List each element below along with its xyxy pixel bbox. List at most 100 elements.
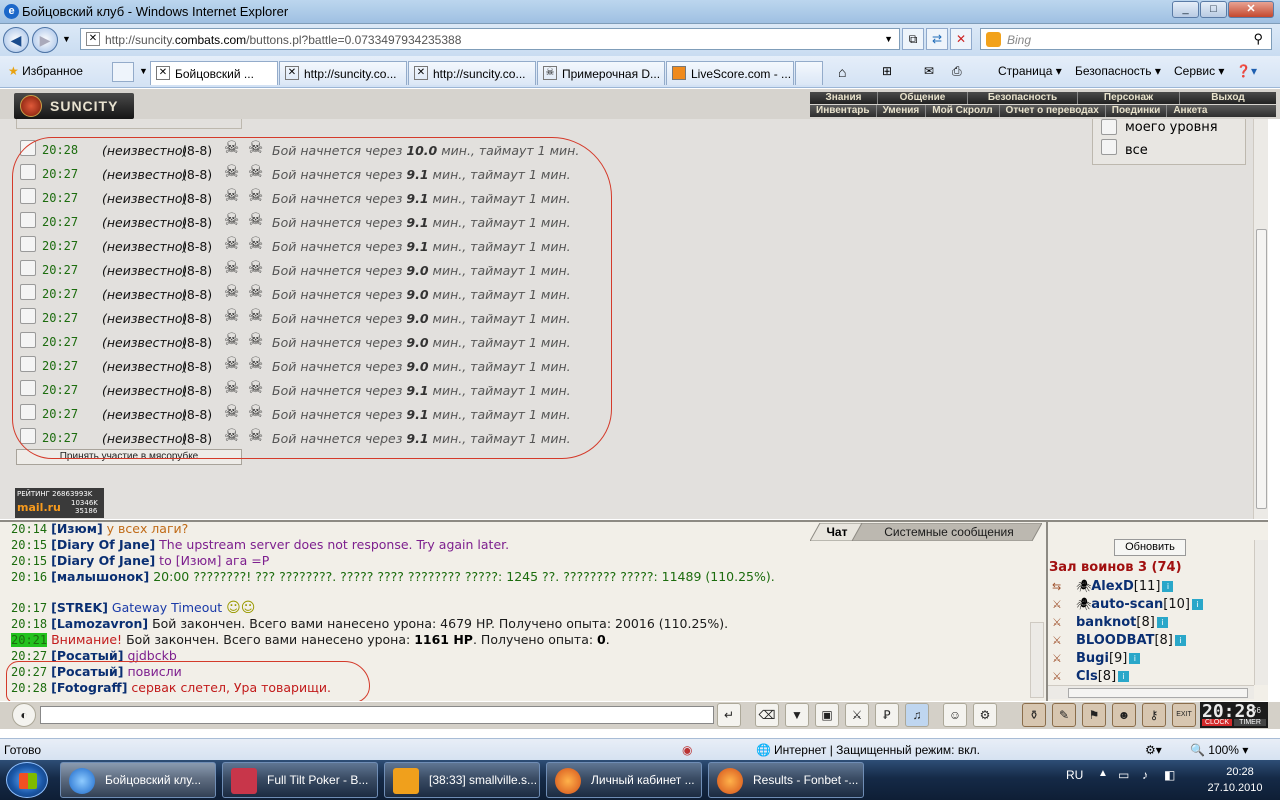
user-row[interactable]: ⚔ Bugi[9] i: [1052, 651, 1141, 669]
compatibility-icon[interactable]: ⧉: [902, 28, 924, 50]
info-icon[interactable]: i: [1191, 599, 1203, 610]
menu-fights[interactable]: Поединки: [1106, 105, 1168, 117]
save-log-icon[interactable]: ▣: [815, 703, 839, 727]
chat-settings-icon[interactable]: ⚙: [973, 703, 997, 727]
clock-label[interactable]: CLOCK: [1202, 719, 1232, 726]
chat-nick[interactable]: [Diary Of Jane]: [51, 553, 155, 568]
home-icon[interactable]: ⌂: [838, 64, 846, 80]
history-dropdown-icon[interactable]: ▼: [62, 34, 71, 44]
clock-date[interactable]: 27.10.2010: [1200, 782, 1270, 794]
taskbar-item-smallville[interactable]: [38:33] smallville.s...: [384, 762, 540, 798]
refresh-icon[interactable]: ⇄: [926, 28, 948, 50]
info-icon[interactable]: i: [1162, 581, 1174, 592]
chat-nick[interactable]: [Изюм]: [51, 521, 103, 536]
protected-mode-icon[interactable]: ⚙▾: [1145, 743, 1162, 757]
address-dropdown-icon[interactable]: ▼: [884, 34, 893, 44]
search-box[interactable]: Bing ⚲: [980, 28, 1272, 50]
user-row[interactable]: ⚔ BLOODBAT[8] i: [1052, 633, 1186, 651]
tab-suncity-2[interactable]: ✕ http://suncity.co...: [408, 61, 536, 85]
smiles-icon[interactable]: ☺: [943, 703, 967, 727]
tray-volume-icon[interactable]: ♪: [1142, 768, 1148, 782]
chat-nick[interactable]: [STREK]: [51, 600, 108, 615]
back-button[interactable]: ◀: [3, 27, 29, 53]
print-icon[interactable]: ⎙: [952, 64, 962, 79]
tools-menu[interactable]: Сервис ▾: [1174, 64, 1224, 78]
safety-menu[interactable]: Безопасность ▾: [1075, 64, 1161, 78]
rating-counter[interactable]: РЕЙТИНГ 26863993K 10346K 35186 mail.ru: [15, 488, 104, 518]
hscroll-thumb[interactable]: [1068, 688, 1248, 698]
scrollbar-thumb[interactable]: [1256, 229, 1267, 509]
address-url[interactable]: http://suncity.combats.com/buttons.pl?ba…: [105, 33, 461, 47]
menu-transfers[interactable]: Отчет о переводах: [1000, 105, 1106, 117]
info-icon[interactable]: i: [1174, 635, 1186, 646]
privacy-icon[interactable]: ◉: [682, 743, 692, 757]
address-bar[interactable]: ✕ http://suncity.combats.com/buttons.pl?…: [80, 28, 900, 50]
clear-icon[interactable]: ⌫: [755, 703, 779, 727]
close-window-button[interactable]: ✕: [1228, 1, 1274, 18]
tab-list-dropdown-icon[interactable]: ▼: [139, 66, 148, 76]
chat-input[interactable]: [40, 706, 714, 724]
user-row[interactable]: ⚔ Cls[8] i: [1052, 669, 1130, 685]
menu-profile[interactable]: Анкета: [1167, 105, 1213, 117]
info-icon[interactable]: i: [1129, 653, 1141, 664]
translit-icon[interactable]: Ꝑ: [875, 703, 899, 727]
chat-scrollbar[interactable]: [1030, 622, 1044, 698]
chat-mode-icon[interactable]: ◐: [12, 703, 36, 727]
security-zone-text[interactable]: Интернет | Защищенный режим: вкл.: [774, 743, 980, 757]
timer-label[interactable]: TIMER: [1234, 719, 1266, 726]
mask-icon[interactable]: ☻: [1112, 703, 1136, 727]
menu-security[interactable]: Безопасность: [968, 92, 1078, 104]
tray-network-icon[interactable]: ▭: [1118, 768, 1129, 782]
taskbar-item-cabinet[interactable]: Личный кабинет ...: [546, 762, 702, 798]
filter-icon[interactable]: ▼: [785, 703, 809, 727]
filter-my-level-radio[interactable]: [1101, 119, 1117, 135]
zoom-level[interactable]: 🔍 100% ▾: [1190, 743, 1248, 757]
clock-time[interactable]: 20:28: [1212, 766, 1268, 778]
taskbar-item-poker[interactable]: Full Tilt Poker - B...: [222, 762, 378, 798]
help-icon[interactable]: ❓▾: [1236, 64, 1257, 78]
user-list-scrollbar[interactable]: [1254, 540, 1268, 685]
sound-icon[interactable]: ♫: [905, 703, 929, 727]
tab-chat[interactable]: Чат: [814, 523, 860, 541]
send-icon[interactable]: ↵: [717, 703, 741, 727]
mail-icon[interactable]: ✉: [924, 64, 934, 78]
tray-app-icon[interactable]: ◧: [1164, 768, 1175, 782]
tab-fightclub[interactable]: ✕ Бойцовский ...: [150, 61, 278, 85]
user-row[interactable]: ⚔ 🕷auto-scan[10] i: [1052, 597, 1203, 615]
bottle-icon[interactable]: ⚱: [1022, 703, 1046, 727]
search-icon[interactable]: ⚲: [1253, 31, 1263, 47]
menu-scroll[interactable]: Мой Скролл: [926, 105, 1000, 117]
taskbar-item-fonbet[interactable]: Results - Fonbet -...: [708, 762, 864, 798]
chat-nick[interactable]: [Diary Of Jane]: [51, 537, 155, 552]
user-row[interactable]: ⚔ banknot[8] i: [1052, 615, 1168, 633]
tray-expand-icon[interactable]: ▲: [1098, 768, 1108, 779]
refresh-users-button[interactable]: Обновить: [1114, 539, 1186, 556]
tab-fitting-room[interactable]: ☠ Примерочная D...: [537, 61, 665, 85]
menu-character[interactable]: Персонаж: [1078, 92, 1180, 104]
menu-exit[interactable]: Выход: [1180, 92, 1276, 104]
menu-communication[interactable]: Общение: [878, 92, 968, 104]
language-indicator[interactable]: RU: [1066, 768, 1083, 782]
taskbar-item-ie[interactable]: Бойцовский клу...: [60, 762, 216, 798]
new-tab-button[interactable]: [795, 61, 823, 85]
tab-system-messages[interactable]: Системные сообщения: [860, 523, 1038, 541]
menu-inventory[interactable]: Инвентарь: [810, 105, 877, 117]
menu-knowledge[interactable]: Знания: [810, 92, 878, 104]
tab-suncity-1[interactable]: ✕ http://suncity.co...: [279, 61, 407, 85]
minimize-button[interactable]: _: [1172, 1, 1199, 18]
menu-skills[interactable]: Умения: [877, 105, 927, 117]
page-menu[interactable]: Страница ▾: [998, 64, 1062, 78]
chat-nick[interactable]: [Lamozavron]: [51, 616, 148, 631]
favorites-button[interactable]: ★ Избранное: [8, 64, 83, 78]
scroll-icon[interactable]: ✎: [1052, 703, 1076, 727]
quick-tabs-icon[interactable]: [112, 62, 134, 82]
battle-list-scrollbar[interactable]: [1253, 119, 1268, 519]
exit-icon[interactable]: EXIT: [1172, 703, 1196, 727]
user-row[interactable]: ⇆ 🕷AlexD[11] i: [1052, 579, 1174, 597]
stop-icon[interactable]: ✕: [950, 28, 972, 50]
start-button[interactable]: [6, 762, 48, 798]
user-list-hscrollbar[interactable]: [1048, 685, 1254, 699]
filter-all-radio[interactable]: [1101, 139, 1117, 155]
lock-icon[interactable]: ⚷: [1142, 703, 1166, 727]
maximize-button[interactable]: □: [1200, 1, 1227, 18]
